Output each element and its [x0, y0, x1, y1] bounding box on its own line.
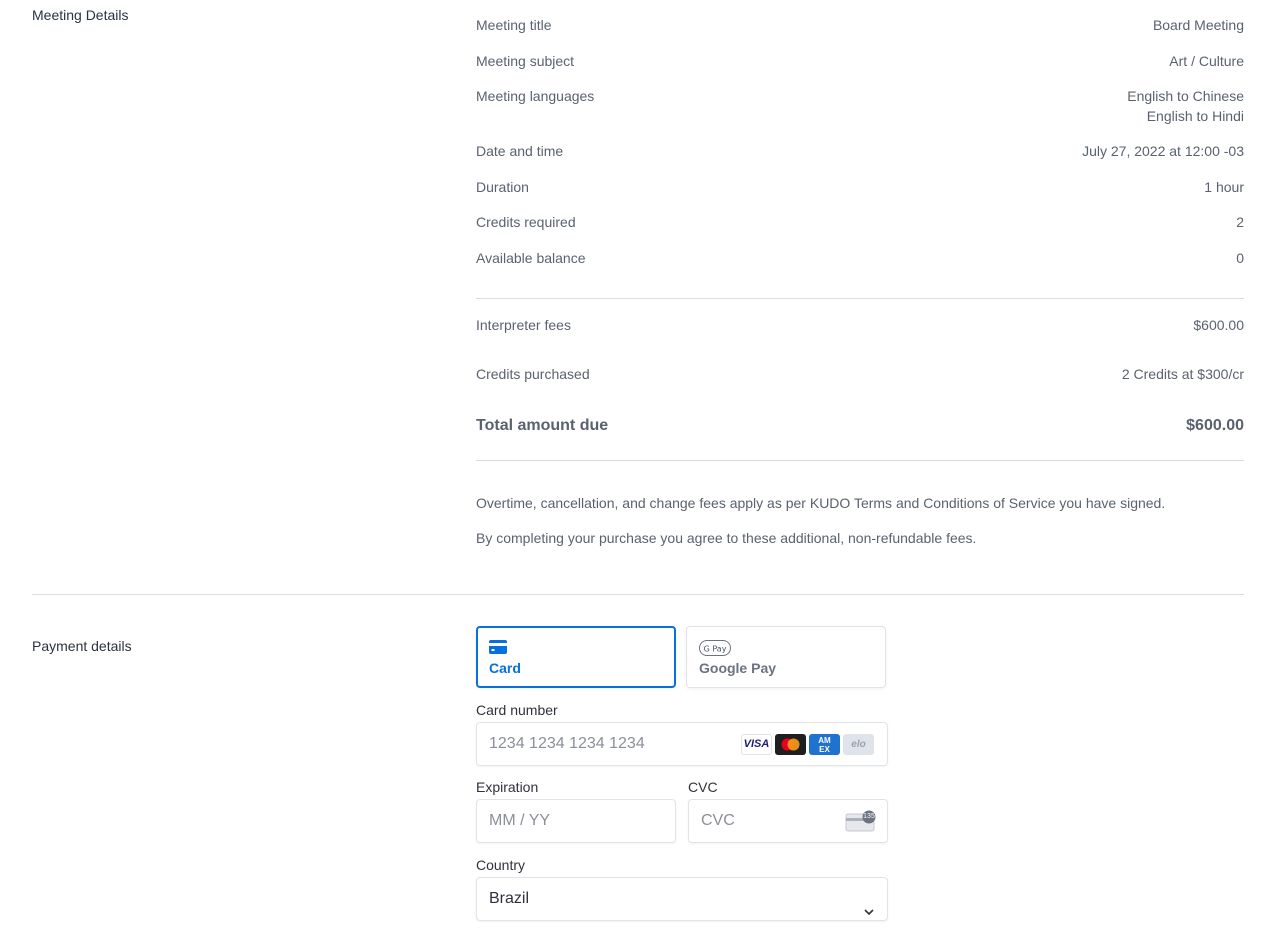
cvc-label: CVC: [688, 779, 718, 795]
fee-value: 2 Credits at $300/cr: [1121, 366, 1244, 382]
google-pay-icon: G Pay: [699, 640, 731, 661]
expiration-input[interactable]: MM / YY: [476, 799, 676, 843]
fee-row-credits-purchased: Credits purchased 2 Credits at $300/cr: [476, 366, 1244, 382]
detail-label: Available balance: [476, 250, 586, 266]
detail-label: Meeting title: [476, 17, 552, 33]
detail-value: 1 hour: [1204, 179, 1244, 195]
country-select[interactable]: Brazil: [476, 877, 888, 921]
total-value: $600.00: [1186, 417, 1244, 434]
card-icon: [489, 640, 507, 659]
total-row: Total amount due $600.00: [476, 417, 1244, 435]
divider: [476, 298, 1244, 299]
detail-row-duration: Duration 1 hour: [476, 179, 1244, 195]
amex-icon: AM EX: [809, 734, 840, 755]
svg-text:G Pay: G Pay: [704, 645, 727, 654]
expiration-label: Expiration: [476, 779, 539, 795]
tab-google-pay[interactable]: G Pay Google Pay: [686, 626, 886, 688]
payment-details-label: Payment details: [32, 638, 132, 654]
detail-row-subject: Meeting subject Art / Culture: [476, 53, 1244, 69]
tab-card[interactable]: Card: [476, 626, 676, 688]
fee-row-interpreter: Interpreter fees $600.00: [476, 317, 1244, 333]
detail-row-datetime: Date and time July 27, 2022 at 12:00 -03: [476, 143, 1244, 159]
detail-value: 0: [1236, 250, 1244, 266]
detail-row-credits-required: Credits required 2: [476, 214, 1244, 230]
detail-value: July 27, 2022 at 12:00 -03: [1082, 143, 1244, 159]
detail-row-available-balance: Available balance 0: [476, 250, 1244, 266]
agreement-note: By completing your purchase you agree to…: [476, 530, 977, 546]
total-label: Total amount due: [476, 417, 609, 434]
expiration-placeholder: MM / YY: [489, 812, 551, 829]
card-number-input[interactable]: 1234 1234 1234 1234 VISA AM EX elo: [476, 722, 888, 766]
mastercard-icon: [775, 734, 806, 755]
elo-icon: elo: [843, 734, 874, 755]
detail-label: Meeting languages: [476, 88, 595, 104]
fees-note: Overtime, cancellation, and change fees …: [476, 495, 1166, 511]
detail-value: Art / Culture: [1169, 53, 1244, 69]
tab-label: Google Pay: [699, 660, 777, 676]
tab-label: Card: [489, 660, 521, 676]
cvc-placeholder: CVC: [701, 812, 735, 829]
country-value: Brazil: [489, 890, 530, 907]
fee-label: Credits purchased: [476, 366, 590, 382]
fee-value: $600.00: [1193, 317, 1244, 333]
divider: [476, 460, 1244, 461]
card-number-placeholder: 1234 1234 1234 1234: [489, 735, 645, 752]
cvc-input[interactable]: CVC 135: [688, 799, 888, 843]
detail-label: Duration: [476, 179, 529, 195]
detail-row-title: Meeting title Board Meeting: [476, 17, 1244, 33]
cvc-icon-digits: 135: [863, 813, 875, 820]
detail-values: English to Chinese English to Hindi: [1127, 86, 1244, 126]
language-pair: English to Chinese: [1127, 88, 1244, 104]
detail-label: Meeting subject: [476, 53, 575, 69]
section-divider: [32, 594, 1244, 595]
detail-value: 2: [1236, 214, 1244, 230]
meeting-details-label: Meeting Details: [32, 7, 129, 23]
detail-value: Board Meeting: [1152, 17, 1244, 33]
chevron-down-icon: [863, 893, 875, 935]
country-label: Country: [476, 857, 526, 873]
card-number-label: Card number: [476, 702, 558, 718]
cvc-card-icon: 135: [845, 810, 877, 832]
detail-label: Credits required: [476, 214, 576, 230]
language-pair: English to Hindi: [1146, 108, 1244, 124]
detail-row-languages: Meeting languages English to Chinese Eng…: [476, 86, 1244, 126]
detail-label: Date and time: [476, 143, 564, 159]
visa-icon: VISA: [741, 734, 772, 755]
fee-label: Interpreter fees: [476, 317, 571, 333]
